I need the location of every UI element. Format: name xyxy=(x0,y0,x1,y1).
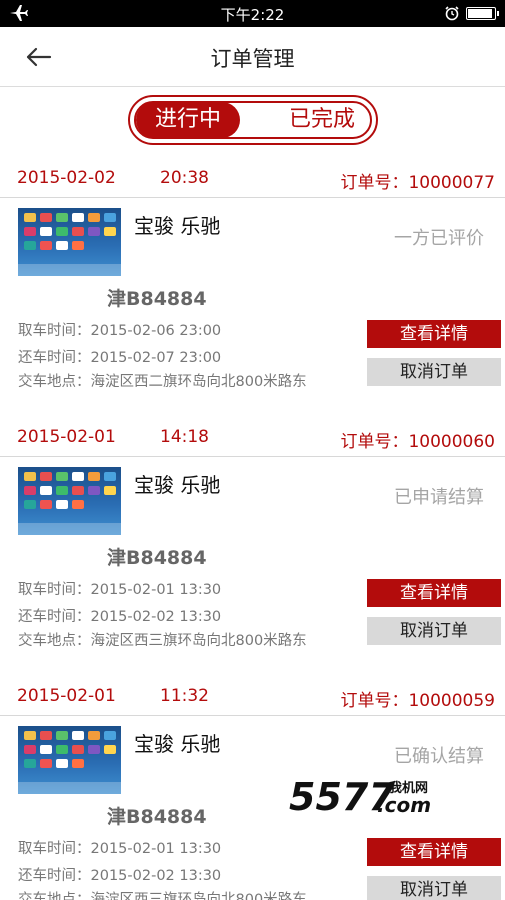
pickup-time: 取车时间：2015-02-01 13:30 xyxy=(18,841,222,857)
view-details-button[interactable]: 查看详情 xyxy=(367,838,501,866)
order-number: 订单号：10000059 xyxy=(340,691,495,711)
order-header: 2015-02-01 14:18 订单号：10000060 xyxy=(0,419,505,457)
page-title: 订单管理 xyxy=(210,47,295,71)
order-number: 订单号：10000060 xyxy=(340,432,495,452)
status-time: 下午2:22 xyxy=(220,6,285,24)
order-status: 已申请结算 xyxy=(394,487,484,508)
car-name: 宝骏 乐驰 xyxy=(134,732,221,756)
tab-in-progress[interactable]: 进行中 xyxy=(136,102,240,138)
view-details-button[interactable]: 查看详情 xyxy=(367,320,501,348)
view-details-button[interactable]: 查看详情 xyxy=(367,579,501,607)
car-name: 宝骏 乐驰 xyxy=(134,214,221,238)
order-date: 2015-02-02 xyxy=(17,168,116,188)
delivery-location: 交车地点：海淀区西三旗环岛向北800米路东 xyxy=(18,892,307,900)
return-time: 还车时间：2015-02-07 23:00 xyxy=(18,350,222,366)
order-date: 2015-02-01 xyxy=(17,686,116,706)
pickup-time: 取车时间：2015-02-06 23:00 xyxy=(18,323,222,339)
car-name: 宝骏 乐驰 xyxy=(134,473,221,497)
license-plate: 津B84884 xyxy=(107,806,207,828)
order-time: 14:18 xyxy=(160,427,209,447)
order-card[interactable]: 宝骏 乐驰 一方已评价 津B84884 取车时间：2015-02-06 23:0… xyxy=(0,198,505,418)
order-time: 11:32 xyxy=(160,686,209,706)
pickup-time: 取车时间：2015-02-01 13:30 xyxy=(18,582,222,598)
order-status: 一方已评价 xyxy=(394,228,484,249)
cancel-order-button[interactable]: 取消订单 xyxy=(367,617,501,645)
car-thumbnail xyxy=(18,726,121,794)
battery-icon xyxy=(466,7,499,20)
status-bar: 下午2:22 xyxy=(0,0,505,27)
cancel-order-button[interactable]: 取消订单 xyxy=(367,876,501,900)
cancel-order-button[interactable]: 取消订单 xyxy=(367,358,501,386)
delivery-location: 交车地点：海淀区西二旗环岛向北800米路东 xyxy=(18,374,307,390)
svg-text:.com: .com xyxy=(377,793,431,817)
order-status: 已确认结算 xyxy=(394,746,484,767)
delivery-location: 交车地点：海淀区西三旗环岛向北800米路东 xyxy=(18,633,307,649)
order-date: 2015-02-01 xyxy=(17,427,116,447)
alarm-icon xyxy=(445,6,459,21)
order-header: 2015-02-01 11:32 订单号：10000059 xyxy=(0,678,505,716)
tab-completed[interactable]: 已完成 xyxy=(270,102,374,138)
watermark-logo: 5577 我机网 .com xyxy=(289,775,431,819)
return-time: 还车时间：2015-02-02 13:30 xyxy=(18,868,222,884)
license-plate: 津B84884 xyxy=(107,547,207,569)
order-number: 订单号：10000077 xyxy=(340,173,495,193)
status-segmented-control: 进行中 已完成 xyxy=(128,95,378,145)
license-plate: 津B84884 xyxy=(107,288,207,310)
order-card[interactable]: 宝骏 乐驰 已申请结算 津B84884 取车时间：2015-02-01 13:3… xyxy=(0,457,505,677)
car-thumbnail xyxy=(18,208,121,276)
order-header: 2015-02-02 20:38 订单号：10000077 xyxy=(0,160,505,198)
nav-bar: 订单管理 xyxy=(0,27,505,87)
return-time: 还车时间：2015-02-02 13:30 xyxy=(18,609,222,625)
car-thumbnail xyxy=(18,467,121,535)
order-time: 20:38 xyxy=(160,168,209,188)
